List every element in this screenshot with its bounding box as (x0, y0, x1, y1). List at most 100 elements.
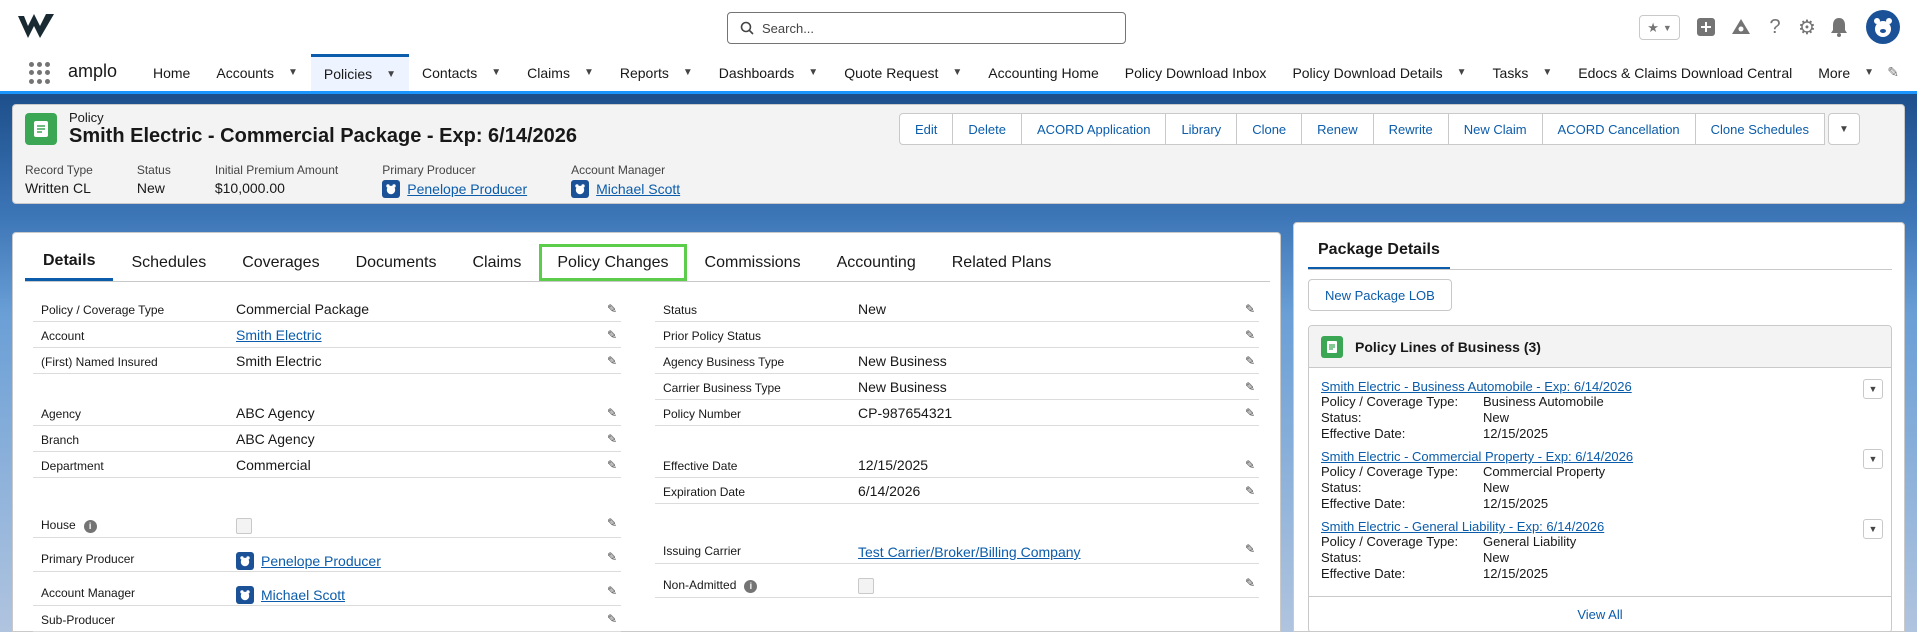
acord-application-button[interactable]: ACORD Application (1020, 113, 1167, 145)
policy-line-link[interactable]: Smith Electric - Commercial Property - E… (1321, 449, 1633, 464)
clone-button[interactable]: Clone (1236, 113, 1303, 145)
pencil-edit-icon[interactable]: ✎ (1245, 380, 1255, 394)
clone-schedules-button[interactable]: Clone Schedules (1694, 113, 1825, 145)
pencil-edit-icon[interactable]: ✎ (1245, 406, 1255, 420)
nav-item-dashboards[interactable]: Dashboards ▼ (706, 54, 831, 91)
tab-details[interactable]: Details (25, 244, 114, 281)
field-link[interactable]: Test Carrier/Broker/Billing Company (858, 544, 1081, 560)
nav-item-policies[interactable]: Policies ▼ (310, 54, 410, 91)
nav-item-tasks[interactable]: Tasks ▼ (1480, 54, 1566, 91)
nav-item-contacts[interactable]: Contacts ▼ (409, 54, 514, 91)
chevron-down-icon[interactable]: ▼ (288, 67, 298, 78)
amplo-logo[interactable] (16, 12, 56, 40)
nav-item-claims[interactable]: Claims ▼ (514, 54, 607, 91)
chevron-down-icon[interactable]: ▼ (1542, 67, 1552, 78)
highlight-link[interactable]: Penelope Producer (407, 181, 527, 197)
acord-cancellation-button[interactable]: ACORD Cancellation (1541, 113, 1696, 145)
policy-lines-card-header: Policy Lines of Business (3) (1309, 326, 1891, 368)
new-package-lob-button[interactable]: New Package LOB (1308, 279, 1452, 311)
more-actions-button[interactable]: ▼ (1827, 113, 1860, 145)
policy-line-menu-button[interactable]: ▼ (1863, 379, 1883, 399)
nav-item-reports[interactable]: Reports ▼ (607, 54, 706, 91)
field-link[interactable]: Michael Scott (261, 587, 345, 603)
pencil-edit-icon[interactable]: ✎ (607, 550, 617, 564)
field-value-text: New Business (858, 379, 947, 395)
pencil-edit-icon[interactable]: ✎ (1245, 354, 1255, 368)
chevron-down-icon[interactable]: ▼ (952, 67, 962, 78)
help-button[interactable]: ? (1762, 14, 1788, 40)
nav-item-quote-request[interactable]: Quote Request ▼ (831, 54, 975, 91)
pencil-edit-icon[interactable]: ✎ (607, 584, 617, 598)
notifications-button[interactable] (1826, 14, 1852, 40)
chevron-down-icon[interactable]: ▼ (683, 67, 693, 78)
policy-line-field-label: Effective Date: (1321, 566, 1406, 581)
nav-item-policy-download-inbox[interactable]: Policy Download Inbox (1112, 54, 1280, 91)
tab-related-plans[interactable]: Related Plans (934, 244, 1070, 281)
policy-line-link[interactable]: Smith Electric - Business Automobile - E… (1321, 379, 1632, 394)
checkbox[interactable] (236, 518, 252, 534)
pencil-edit-icon[interactable]: ✎ (1245, 576, 1255, 590)
tab-commissions[interactable]: Commissions (687, 244, 819, 281)
policy-line-field-value: New (1483, 480, 1510, 495)
info-icon[interactable]: i (744, 579, 758, 593)
nav-item-policy-download-details[interactable]: Policy Download Details ▼ (1279, 54, 1479, 91)
nav-item-accounts[interactable]: Accounts ▼ (203, 54, 311, 91)
policy-line-menu-button[interactable]: ▼ (1863, 449, 1883, 469)
pencil-edit-icon[interactable]: ✎ (1245, 302, 1255, 316)
record-title: Smith Electric - Commercial Package - Ex… (69, 125, 578, 147)
rewrite-button[interactable]: Rewrite (1372, 113, 1449, 145)
pencil-edit-icon[interactable]: ✎ (607, 328, 617, 342)
tab-coverages[interactable]: Coverages (224, 244, 337, 281)
delete-button[interactable]: Delete (952, 113, 1022, 145)
pencil-edit-icon[interactable]: ✎ (607, 354, 617, 368)
details-right-column: Status New ✎ Prior Policy Status ✎ Agency Bus… (655, 296, 1267, 598)
chevron-down-icon[interactable]: ▼ (808, 67, 818, 78)
pencil-edit-icon[interactable]: ✎ (1245, 542, 1255, 556)
chevron-down-icon[interactable]: ▼ (584, 67, 594, 78)
pencil-edit-icon[interactable]: ✎ (607, 302, 617, 316)
policy-line-link[interactable]: Smith Electric - General Liability - Exp… (1321, 519, 1604, 534)
nav-item-home[interactable]: Home (140, 54, 203, 91)
view-all-link[interactable]: View All (1309, 596, 1891, 632)
policy-line-menu-button[interactable]: ▼ (1863, 519, 1883, 539)
field-link[interactable]: Penelope Producer (261, 553, 381, 569)
highlight-link[interactable]: Michael Scott (596, 181, 680, 197)
chevron-down-icon[interactable]: ▼ (1864, 67, 1874, 78)
pencil-edit-icon[interactable]: ✎ (607, 432, 617, 446)
pencil-edit-icon[interactable]: ✎ (607, 612, 617, 626)
checkbox[interactable] (858, 578, 874, 594)
tab-accounting[interactable]: Accounting (819, 244, 934, 281)
chevron-down-icon[interactable]: ▼ (1457, 67, 1467, 78)
new-claim-button[interactable]: New Claim (1447, 113, 1543, 145)
pencil-edit-icon[interactable]: ✎ (607, 458, 617, 472)
tab-claims[interactable]: Claims (454, 244, 539, 281)
library-button[interactable]: Library (1165, 113, 1238, 145)
tab-policy-changes[interactable]: Policy Changes (539, 244, 687, 281)
pencil-edit-icon[interactable]: ✎ (607, 406, 617, 420)
pencil-edit-icon[interactable]: ✎ (607, 516, 617, 530)
global-actions-button[interactable] (1693, 14, 1719, 40)
trailhead-button[interactable] (1728, 14, 1754, 40)
tab-schedules[interactable]: Schedules (113, 244, 224, 281)
edit-nav-pencil-icon[interactable]: ✎ (1887, 64, 1899, 81)
pencil-edit-icon[interactable]: ✎ (1245, 458, 1255, 472)
nav-item-label: Home (153, 64, 191, 81)
app-launcher-icon[interactable] (29, 62, 51, 84)
setup-button[interactable]: ⚙ (1794, 14, 1820, 40)
global-search-input[interactable]: Search... (727, 12, 1126, 44)
pencil-edit-icon[interactable]: ✎ (1245, 484, 1255, 498)
tab-documents[interactable]: Documents (338, 244, 455, 281)
pencil-edit-icon[interactable]: ✎ (1245, 328, 1255, 342)
edit-button[interactable]: Edit (899, 113, 954, 145)
chevron-down-icon[interactable]: ▼ (491, 67, 501, 78)
favorites-button[interactable]: ★ ▼ (1639, 15, 1680, 40)
nav-item-more[interactable]: More ▼ (1805, 54, 1887, 91)
chevron-down-icon[interactable]: ▼ (386, 69, 396, 80)
user-avatar[interactable] (1866, 10, 1900, 44)
info-icon[interactable]: i (83, 519, 97, 533)
nav-item-edocs-claims-download-central[interactable]: Edocs & Claims Download Central (1565, 54, 1805, 91)
package-details-tab[interactable]: Package Details (1308, 241, 1450, 270)
renew-button[interactable]: Renew (1301, 113, 1374, 145)
field-link[interactable]: Smith Electric (236, 327, 322, 343)
nav-item-accounting-home[interactable]: Accounting Home (975, 54, 1112, 91)
